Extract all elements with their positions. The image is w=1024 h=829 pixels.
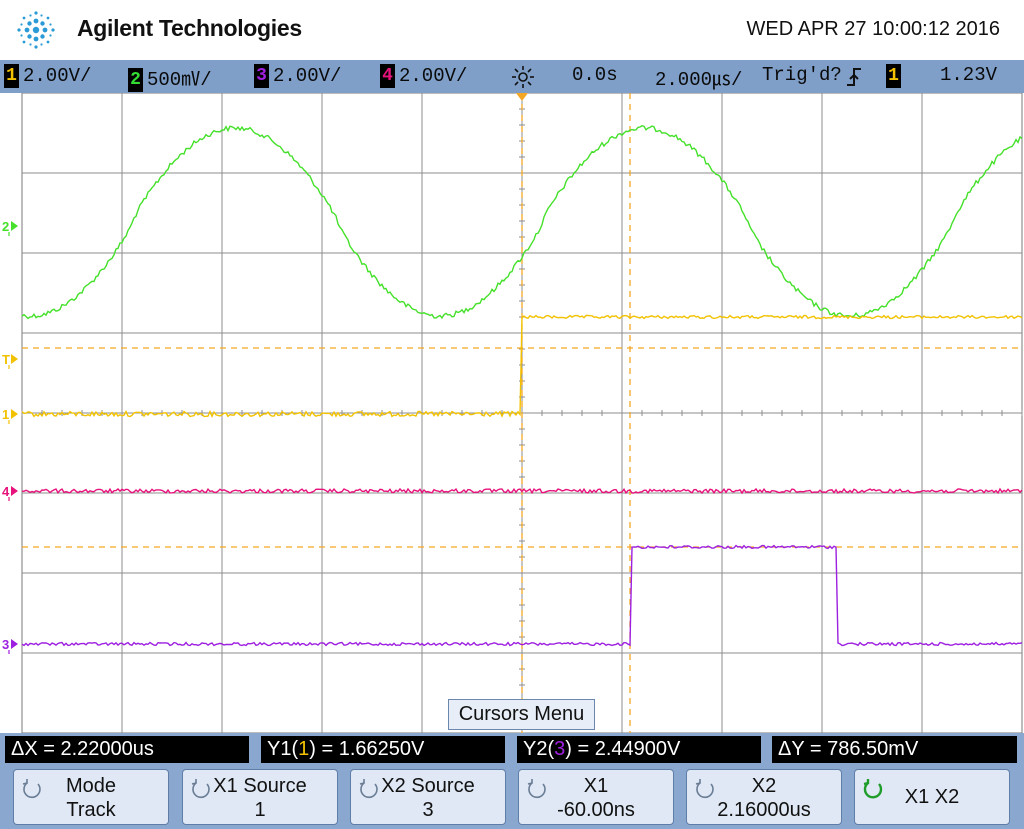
x1-x2-label: X1 X2 — [904, 786, 960, 808]
waveform-display[interactable]: 2 T 1 4 3 — [0, 92, 1024, 734]
x2-source-softkey[interactable]: X2 Source 3 — [350, 769, 506, 825]
x2-label: X2 — [751, 775, 777, 797]
x2-value: 2.16000us — [717, 799, 811, 821]
delta-x-readout: ΔX = 2.22000us — [5, 736, 249, 763]
brand-name: Agilent Technologies — [77, 15, 302, 41]
trigger-level-marker: T — [2, 352, 18, 369]
cursors-menu-title: Cursors Menu — [448, 699, 595, 730]
agilent-spark-logo — [17, 11, 55, 49]
rising-edge-icon — [847, 68, 861, 86]
ch4-ground-marker: 4 — [2, 484, 18, 501]
y1-readout: Y1(1) = 1.66250V — [261, 736, 505, 763]
trigger-source-badge: 1 — [886, 64, 901, 88]
delay-sun-icon — [512, 66, 534, 88]
y2-readout: Y2(3) = 2.44900V — [517, 736, 761, 763]
svg-text:2: 2 — [2, 219, 9, 234]
mode-softkey[interactable]: Mode Track — [13, 769, 169, 825]
ch1-badge: 1 — [4, 64, 19, 88]
svg-text:3: 3 — [2, 637, 9, 652]
cursor-readouts: ΔX = 2.22000us Y1(1) = 1.66250V Y2(3) = … — [0, 733, 1024, 766]
ch3-ground-marker: 3 — [2, 637, 18, 654]
ch1-scale[interactable]: 1 2.00V/ — [4, 64, 91, 88]
ch3-scale-value: 2.00V/ — [273, 65, 342, 88]
x1-source-value: 1 — [254, 799, 266, 821]
ch1-ground-marker: 1 — [2, 407, 18, 424]
x1-label: X1 — [583, 775, 609, 797]
x2-source-value: 3 — [422, 799, 434, 821]
y2-source: 3 — [554, 738, 566, 760]
svg-text:4: 4 — [2, 484, 10, 499]
ch4-badge: 4 — [380, 64, 395, 88]
mode-value: Track — [66, 799, 116, 821]
waveform-graticule: 2 T 1 4 3 — [2, 92, 1023, 734]
svg-text:1: 1 — [2, 407, 9, 422]
title-bar: Agilent Technologies WED APR 27 10:00:12… — [0, 0, 1024, 60]
y2-prefix: Y2( — [523, 738, 555, 760]
x1-value: -60.00ns — [557, 799, 635, 821]
delta-y-readout: ΔY = 786.50mV — [772, 736, 1017, 763]
y1-prefix: Y1( — [267, 738, 299, 760]
ch2-ground-marker: 2 — [2, 219, 18, 236]
y2-value: ) = 2.44900V — [565, 738, 681, 760]
ch3-scale[interactable]: 3 2.00V/ — [254, 64, 341, 88]
ch4-scale-value: 2.00V/ — [399, 65, 468, 88]
mode-label: Mode — [65, 775, 117, 797]
x2-source-label: X2 Source — [381, 775, 475, 797]
x1-source-label: X1 Source — [213, 775, 307, 797]
x1-x2-softkey[interactable]: X1 X2 — [854, 769, 1010, 825]
y1-value: ) = 1.66250V — [309, 738, 425, 760]
ch2-scale-value: 500㎷/ — [147, 69, 212, 91]
x1-softkey[interactable]: X1 -60.00ns — [518, 769, 674, 825]
x1-source-softkey[interactable]: X1 Source 1 — [182, 769, 338, 825]
softkey-bar: Mode Track X1 Source 1 X2 Source 3 X1 -6… — [0, 766, 1024, 829]
delay-value[interactable]: 0.0s — [572, 64, 618, 86]
ch2-badge: 2 — [128, 67, 143, 92]
trigger-level[interactable]: 1.23V — [940, 64, 997, 86]
timebase-value[interactable]: 2.000㎲/ — [655, 64, 742, 91]
trigger-source[interactable]: 1 — [886, 64, 905, 88]
ch4-scale[interactable]: 4 2.00V/ — [380, 64, 467, 88]
ch2-scale[interactable]: 2 500㎷/ — [128, 64, 212, 92]
status-bar: 1 2.00V/ 2 500㎷/ 3 2.00V/ 4 2.00V/ 0.0s 2.00… — [0, 60, 1024, 93]
ch3-badge: 3 — [254, 64, 269, 88]
date-time: WED APR 27 10:00:12 2016 — [746, 18, 1001, 40]
ch1-scale-value: 2.00V/ — [23, 65, 92, 88]
svg-text:T: T — [2, 352, 10, 367]
x2-softkey[interactable]: X2 2.16000us — [686, 769, 842, 825]
y1-source: 1 — [298, 738, 310, 760]
trigger-state: Trig'd? — [762, 64, 842, 86]
